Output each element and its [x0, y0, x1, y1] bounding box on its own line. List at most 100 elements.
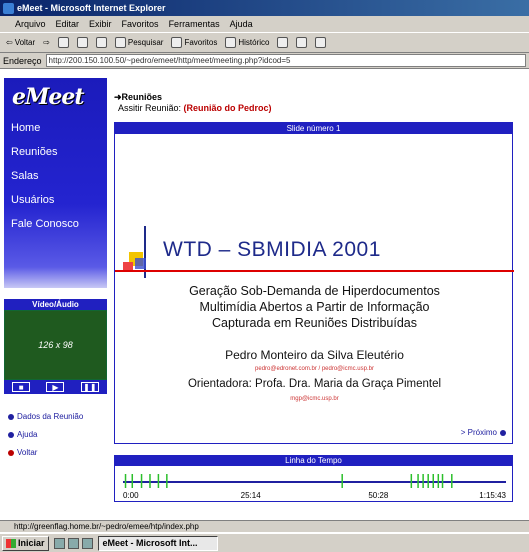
mail-icon: [277, 37, 289, 48]
slide-subtitle-line: Multimídia Abertos a Partir de Informaçã…: [199, 300, 430, 314]
status-bar: http://greenflag.home.br/~pedro/emee/htp…: [0, 520, 529, 532]
slide-advisor: Orientadora: Profa. Dra. Maria da Graça …: [187, 378, 442, 390]
timeline-tick-label: 25:14: [241, 491, 262, 500]
stop-icon: [57, 37, 69, 48]
nav-reunioes[interactable]: Reuniões: [11, 146, 57, 158]
next-slide-label: > Próximo: [460, 428, 497, 437]
menu-ajuda[interactable]: Ajuda: [230, 19, 253, 29]
stop-video-button[interactable]: ■: [12, 382, 31, 392]
slide-author-emails: pedro@edronet.com.br / pedro@icmc.usp.br: [255, 366, 374, 372]
meeting-data-link[interactable]: Dados da Reunião: [8, 412, 83, 421]
print-icon: [296, 37, 308, 48]
menu-favoritos[interactable]: Favoritos: [122, 19, 159, 29]
ie-icon: [3, 2, 14, 14]
slide-viewer: Slide número 1 WTD – SBMIDIA 2001 Geraçã…: [114, 122, 514, 444]
edit-button[interactable]: [315, 37, 327, 48]
back-button[interactable]: ⇦ Voltar: [6, 38, 35, 47]
timeline-tick-label: 1:15:43: [479, 491, 506, 500]
window-title-bar: eMeet - Microsoft Internet Explorer: [0, 0, 529, 16]
page-content: eMeet Home Reuniões Salas Usuários Fale …: [0, 70, 529, 518]
windows-flag-icon: [6, 538, 16, 548]
nav-home[interactable]: Home: [11, 122, 40, 134]
back-link[interactable]: Voltar: [8, 448, 37, 457]
favorites-icon: [171, 37, 183, 48]
meeting-name: (Reunião do Pedroc): [183, 103, 272, 113]
assist-label: Assitir Reunião:: [118, 103, 182, 113]
quick-launch: [53, 537, 93, 549]
slide-number-header: Slide número 1: [115, 123, 512, 134]
print-button[interactable]: [296, 37, 308, 48]
slide-title: WTD – SBMIDIA 2001: [163, 238, 381, 261]
home-icon: [95, 37, 107, 48]
emeet-logo: eMeet: [12, 84, 85, 110]
bullet-icon: [500, 429, 506, 436]
forward-arrow-icon: ⇨: [43, 38, 50, 47]
bullet-icon: [8, 413, 14, 420]
favorites-button[interactable]: Favoritos: [171, 37, 217, 48]
back-label: Voltar: [14, 38, 36, 47]
timeline-tick-label: 50:28: [368, 491, 389, 500]
help-link[interactable]: Ajuda: [8, 430, 37, 439]
task-emeet[interactable]: eMeet - Microsoft Int...: [97, 535, 218, 551]
meeting-data-label: Dados da Reunião: [17, 412, 84, 421]
history-button[interactable]: Histórico: [225, 37, 269, 48]
home-button[interactable]: [95, 37, 107, 48]
timeline-tick-label: 0:00: [123, 491, 139, 500]
timeline-panel: Linha do Tempo 0:00 25:14 50:28 1:15:43: [114, 455, 513, 502]
taskbar: Iniciar eMeet - Microsoft Int...: [0, 533, 529, 552]
menu-exibir[interactable]: Exibir: [89, 19, 112, 29]
mail-button[interactable]: [277, 37, 289, 48]
sidebar: eMeet Home Reuniões Salas Usuários Fale …: [4, 78, 107, 518]
search-button[interactable]: Pesquisar: [114, 37, 164, 48]
next-slide-link[interactable]: > Próximo: [461, 428, 506, 437]
play-video-button[interactable]: ▶: [46, 382, 65, 392]
history-icon: [225, 37, 237, 48]
refresh-icon: [76, 37, 88, 48]
timeline-track[interactable]: 0:00 25:14 50:28 1:15:43: [115, 466, 514, 502]
video-panel-title: Vídeo/Áudio: [4, 299, 107, 310]
history-label: Histórico: [238, 38, 270, 47]
address-input[interactable]: http://200.150.100.50/~pedro/emeet/http/…: [45, 54, 526, 67]
start-label: Iniciar: [18, 538, 45, 548]
back-link-label: Voltar: [17, 448, 38, 457]
slide-subtitle-line: Geração Sob-Demanda de Hiperdocumentos: [189, 284, 440, 298]
slide-subtitle-line: Capturada em Reuniões Distribuídas: [212, 316, 417, 330]
menu-ferramentas[interactable]: Ferramentas: [169, 19, 220, 29]
pause-video-button[interactable]: ❚❚: [80, 382, 99, 392]
window-title: eMeet - Microsoft Internet Explorer: [17, 3, 166, 13]
video-controls: ■ ▶ ❚❚: [4, 380, 107, 394]
video-player[interactable]: 126 x 98: [4, 310, 107, 380]
refresh-button[interactable]: [76, 37, 88, 48]
menu-bar: Arquivo Editar Exibir Favoritos Ferramen…: [0, 16, 529, 33]
search-icon: [114, 37, 126, 48]
nav-salas[interactable]: Salas: [11, 170, 39, 182]
address-bar: Endereço http://200.150.100.50/~pedro/em…: [0, 53, 529, 69]
slide-decoration-square: [135, 258, 146, 269]
start-button[interactable]: Iniciar: [2, 535, 49, 551]
desktop-quick-launch-icon[interactable]: [67, 537, 79, 549]
mail-quick-launch-icon[interactable]: [81, 537, 93, 549]
search-label: Pesquisar: [127, 38, 164, 47]
slide-author: Pedro Monteiro da Silva Eleutério: [225, 348, 404, 362]
edit-icon: [315, 37, 327, 48]
breadcrumb: ➜Reuniões: [114, 92, 163, 102]
menu-arquivo[interactable]: Arquivo: [15, 19, 46, 29]
forward-button[interactable]: ⇨: [43, 38, 50, 47]
bullet-icon: [8, 431, 14, 438]
ie-quick-launch-icon[interactable]: [53, 537, 65, 549]
slide-divider: [115, 270, 514, 272]
stop-button[interactable]: [57, 37, 69, 48]
menu-editar[interactable]: Editar: [56, 19, 80, 29]
address-label: Endereço: [3, 55, 42, 66]
help-label: Ajuda: [17, 430, 38, 439]
nav-panel: eMeet Home Reuniões Salas Usuários Fale …: [4, 78, 107, 288]
assist-meeting-line: Assitir Reunião: (Reunião do Pedroc): [118, 103, 272, 113]
timeline-title: Linha do Tempo: [115, 456, 512, 466]
nav-usuarios[interactable]: Usuários: [11, 194, 54, 206]
toolbar: ⇦ Voltar ⇨ Pesquisar Favoritos Histórico: [0, 33, 529, 53]
nav-fale-conosco[interactable]: Fale Conosco: [11, 218, 79, 230]
slide-content: WTD – SBMIDIA 2001 Geração Sob-Demanda d…: [115, 134, 514, 443]
bullet-icon: [8, 449, 14, 456]
favorites-label: Favoritos: [184, 38, 218, 47]
back-arrow-icon: ⇦: [6, 38, 13, 47]
